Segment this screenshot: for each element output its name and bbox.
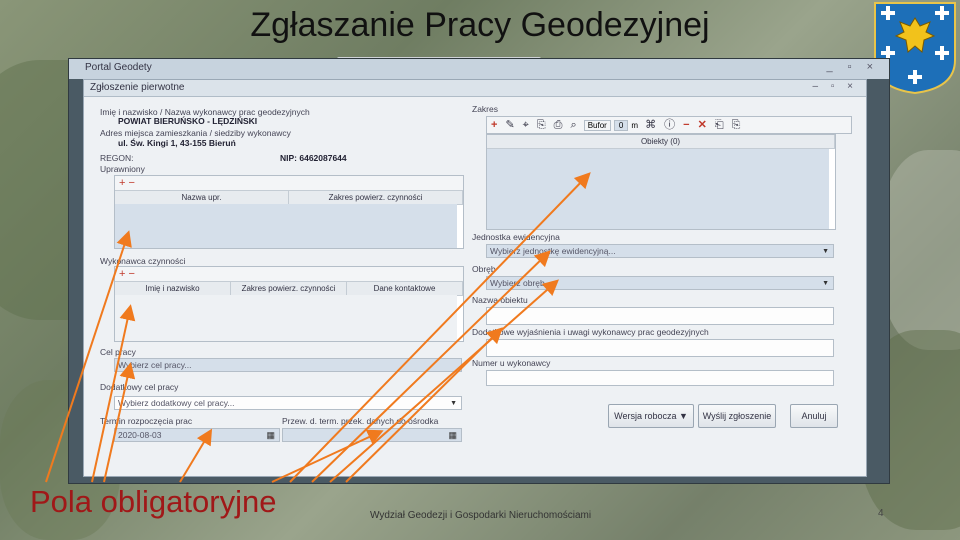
obreb-placeholder: Wybierz obręb... — [490, 278, 552, 288]
regon-label: REGON: — [100, 153, 134, 163]
numer-label: Numer u wykonawcy — [472, 358, 551, 368]
termin-value: 2020-08-03 — [118, 430, 162, 440]
cancel-button[interactable]: Anuluj — [790, 404, 838, 428]
minus-icon[interactable]: − — [683, 117, 689, 133]
nazwa-input[interactable] — [486, 307, 834, 325]
cel-pracy-placeholder: Wybierz cel pracy... — [118, 360, 192, 370]
chevron-down-icon[interactable]: ▼ — [450, 397, 457, 410]
info-icon[interactable]: ⓘ — [664, 117, 675, 133]
app-screenshot: Portal Geodety _ ▫ × Zgłoszenie pierwotn… — [68, 58, 890, 484]
uprawniony-toolbar: + − — [115, 176, 463, 191]
jednostka-label: Jednostka ewidencyjna — [472, 232, 560, 242]
calendar-icon[interactable]: ▦ — [448, 429, 457, 442]
wykonawca-toolbar: + − — [115, 267, 463, 282]
window-controls[interactable]: _ ▫ × — [826, 61, 879, 73]
send-button[interactable]: Wyślij zgłoszenie — [698, 404, 776, 428]
zakres-label: Zakres — [472, 104, 498, 114]
column-header[interactable]: Dane kontaktowe — [347, 282, 463, 295]
nazwa-label: Nazwa obiektu — [472, 295, 528, 305]
layer-icon[interactable]: ⎙ — [554, 117, 563, 133]
cel-label: Cel pracy — [100, 347, 136, 357]
point-icon[interactable]: ⌖ — [523, 117, 529, 133]
uwagi-input[interactable] — [486, 339, 834, 357]
obreb-label: Obręb — [472, 264, 496, 274]
dod-cel-label: Dodatkowy cel pracy — [100, 382, 179, 392]
background-photo-patch — [880, 150, 960, 350]
termin-label: Termin rozpoczęcia prac — [100, 416, 193, 426]
export-icon[interactable]: ⎘ — [732, 117, 741, 133]
nip-value: NIP: 6462087644 — [280, 153, 347, 163]
column-header[interactable]: Obiekty (0) — [487, 135, 835, 148]
draft-button[interactable]: Wersja robocza ▼ — [608, 404, 694, 428]
address-value: ul. Św. Kingi 1, 43-155 Bieruń — [118, 138, 236, 148]
uprawniony-body[interactable] — [115, 204, 457, 248]
dialog-controls[interactable]: – ▫ × — [812, 81, 858, 92]
zakres-body[interactable] — [487, 149, 829, 229]
address-label: Adres miejsca zamieszkania / siedziby wy… — [100, 128, 291, 138]
draw-icon[interactable]: ✎ — [505, 117, 514, 133]
page-number: 4 — [878, 508, 884, 519]
dialog-titlebar: Zgłoszenie pierwotne – ▫ × — [84, 80, 866, 97]
uwagi-label: Dodatkowe wyjaśnienia i uwagi wykonawcy … — [472, 327, 709, 337]
wykonawca-header: Imię i nazwisko Zakres powierz. czynnośc… — [115, 282, 463, 296]
wykonawca-body[interactable] — [115, 295, 457, 341]
numer-input[interactable] — [486, 370, 834, 386]
wykonawca-label: Wykonawca czynności — [100, 256, 186, 266]
zakres-grid[interactable]: Obiekty (0) — [486, 134, 836, 230]
przew-label: Przew. d. term. przek. danych do ośrodka — [282, 416, 439, 426]
add-icon[interactable]: + — [119, 268, 125, 280]
column-header[interactable]: Zakres powierz. czynności — [231, 282, 347, 295]
bufor-label: Bufor — [583, 120, 611, 131]
uprawniony-grid[interactable]: + − Nazwa upr. Zakres powierz. czynności — [114, 175, 464, 249]
edit-icon[interactable]: ⎘ — [537, 117, 546, 133]
dod-cel-select[interactable]: Wybierz dodatkowy cel pracy... ▼ — [114, 396, 462, 410]
import-icon[interactable]: ⎗ — [715, 117, 724, 133]
column-header[interactable]: Nazwa upr. — [115, 191, 289, 204]
add-icon[interactable]: + — [119, 177, 125, 189]
slide-footer: Wydział Geodezji i Gospodarki Nieruchomo… — [370, 510, 592, 521]
wykonawca-grid[interactable]: + − Imię i nazwisko Zakres powierz. czyn… — [114, 266, 464, 342]
portal-titlebar: Portal Geodety _ ▫ × — [69, 59, 889, 79]
chevron-down-icon[interactable]: ▼ — [822, 277, 829, 290]
slide-title: Zgłaszanie Pracy Geodezyjnej — [250, 6, 710, 44]
dialog-title: Zgłoszenie pierwotne — [90, 82, 185, 93]
zakres-header: Obiekty (0) — [487, 135, 835, 149]
draft-button-label: Wersja robocza — [614, 411, 677, 421]
select-icon[interactable]: ⌘ — [645, 117, 656, 133]
dod-cel-placeholder: Wybierz dodatkowy cel pracy... — [118, 398, 235, 408]
bufor-input[interactable]: 0 — [613, 120, 629, 131]
przew-field[interactable]: ▦ — [282, 428, 462, 442]
column-header[interactable]: Imię i nazwisko — [115, 282, 231, 295]
jednostka-placeholder: Wybierz jednostkę ewidencyjną... — [490, 246, 616, 256]
delete-icon[interactable]: ✕ — [698, 117, 707, 133]
column-header[interactable]: Zakres powierz. czynności — [289, 191, 463, 204]
remove-icon[interactable]: − — [129, 177, 135, 189]
contractor-value: POWIAT BIERUŃSKO - LĘDZIŃSKI — [118, 116, 258, 126]
required-fields-label: Pola obligatoryjne — [30, 484, 277, 519]
zakres-toolbar: + ✎ ⌖ ⎘ ⎙ ⌕ Bufor 0 m ⌘ ⓘ − ✕ ⎗ ⎘ — [486, 116, 852, 134]
chevron-down-icon[interactable]: ▼ — [822, 245, 829, 258]
uprawniony-label: Uprawniony — [100, 164, 145, 174]
remove-icon[interactable]: − — [129, 268, 135, 280]
uprawniony-header: Nazwa upr. Zakres powierz. czynności — [115, 191, 463, 205]
portal-title: Portal Geodety — [85, 62, 152, 73]
jednostka-select[interactable]: Wybierz jednostkę ewidencyjną... ▼ — [486, 244, 834, 258]
add-icon[interactable]: + — [491, 117, 497, 133]
cel-pracy-select[interactable]: Wybierz cel pracy... — [114, 358, 462, 372]
dialog-zgloszenie: Zgłoszenie pierwotne – ▫ × Imię i nazwis… — [83, 79, 867, 477]
calendar-icon[interactable]: ▦ — [266, 429, 275, 442]
termin-field[interactable]: 2020-08-03 ▦ — [114, 428, 280, 442]
bufor-unit: m — [631, 121, 639, 130]
search-icon[interactable]: ⌕ — [570, 117, 576, 133]
obreb-select[interactable]: Wybierz obręb... ▼ — [486, 276, 834, 290]
